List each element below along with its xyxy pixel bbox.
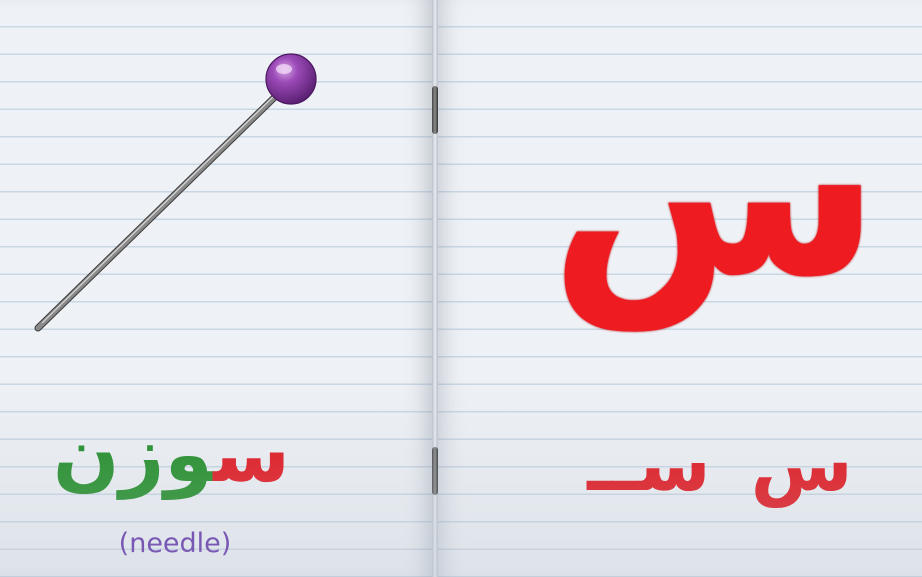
letter-form-initial: ســ [587,422,711,508]
word-rest-letters: وزن [52,410,214,500]
example-word: سوزن [53,400,290,510]
word-first-letter: س [213,410,290,500]
word-translation: (needle) [118,528,232,559]
letter-forms: س ســ [580,415,860,515]
left-page: سوزن (needle) [0,0,432,577]
featured-letter: س [549,50,881,330]
needle-pin-icon [34,53,317,332]
letter-form-isolated: س [750,422,853,508]
notebook-spread: سوزن (needle) س س ســ [0,0,922,577]
